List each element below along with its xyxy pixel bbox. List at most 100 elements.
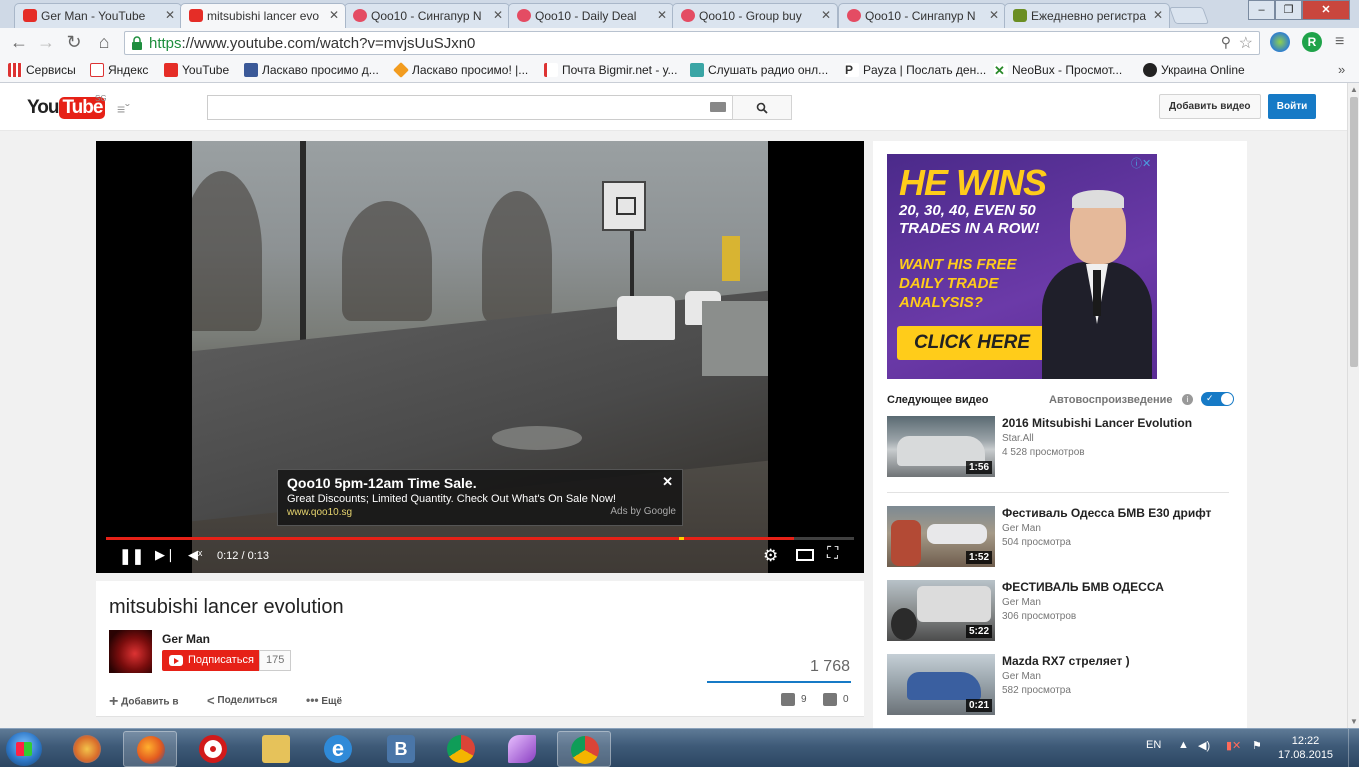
bookmark-payza[interactable]: P Payza | Послать ден...	[845, 63, 986, 77]
dislike-button[interactable]: 0	[823, 693, 849, 706]
ads-by-google-label[interactable]: Ads by Google	[610, 506, 676, 517]
zoom-magnifier-icon[interactable]: ⚲	[1221, 34, 1231, 51]
chrome-menu-icon[interactable]: ≡	[1335, 33, 1344, 51]
adchoices-icon[interactable]: ⓘ✕	[1131, 155, 1151, 171]
overlay-ad[interactable]: Qoo10 5pm-12am Time Sale. Great Discount…	[277, 469, 683, 526]
subscribe-button[interactable]: Подписаться	[162, 650, 259, 671]
taskbar-opera[interactable]	[186, 731, 240, 767]
taskbar-ie[interactable]: e	[311, 731, 365, 767]
video-title[interactable]: ФЕСТИВАЛЬ БМВ ОДЕССА	[1002, 580, 1164, 594]
youtube-logo[interactable]: You Tube SG	[27, 94, 107, 119]
related-video-item[interactable]: 1:52 Фестиваль Одесса БМВ Е30 дрифт Ger …	[887, 506, 1233, 568]
tab-ger-man-youtube[interactable]: Ger Man - YouTube ✕	[14, 3, 182, 28]
back-arrow-icon[interactable]: ←	[8, 32, 30, 53]
channel-avatar[interactable]	[109, 630, 152, 673]
reload-icon[interactable]: ↻	[63, 32, 85, 53]
close-tab-icon[interactable]: ✕	[493, 8, 503, 22]
video-thumbnail[interactable]: 1:52	[887, 506, 995, 567]
close-window-button[interactable]: ✕	[1302, 0, 1350, 20]
page-scrollbar[interactable]: ▲ ▼	[1347, 83, 1359, 728]
forward-arrow-icon[interactable]: →	[35, 32, 57, 53]
taskbar-paint[interactable]	[60, 731, 114, 767]
bookmark-star-icon[interactable]: ☆	[1239, 33, 1253, 53]
bookmark-bigmir[interactable]: Почта Bigmir.net - у...	[544, 63, 677, 77]
add-to-button[interactable]: + Добавить в	[109, 693, 178, 711]
video-player[interactable]: Qoo10 5pm-12am Time Sale. Great Discount…	[96, 141, 864, 573]
clock[interactable]: 12:22 17.08.2015	[1278, 734, 1333, 762]
taskbar-chrome-active[interactable]	[557, 731, 611, 767]
start-button[interactable]	[6, 732, 42, 766]
close-tab-icon[interactable]: ✕	[821, 8, 831, 22]
tab-mitsubishi-lancer[interactable]: mitsubishi lancer evo ✕	[180, 3, 346, 28]
video-thumbnail[interactable]: 1:56	[887, 416, 995, 477]
search-button[interactable]	[732, 95, 792, 120]
ad-cta-button[interactable]: CLICK HERE	[897, 326, 1047, 360]
language-indicator[interactable]: EN	[1146, 739, 1161, 751]
close-tab-icon[interactable]: ✕	[657, 8, 667, 22]
more-button[interactable]: ••• Ещё	[306, 693, 342, 707]
maximize-button[interactable]: ❐	[1275, 0, 1302, 20]
share-button[interactable]: < Поделиться	[207, 693, 277, 708]
related-video-item[interactable]: 5:22 ФЕСТИВАЛЬ БМВ ОДЕССА Ger Man 306 пр…	[887, 580, 1233, 642]
scroll-down-icon[interactable]: ▼	[1350, 717, 1358, 726]
tab-qoo10-singapore-2[interactable]: Qoo10 - Сингапур N ✕	[838, 3, 1006, 28]
taskbar-chrome[interactable]	[434, 731, 488, 767]
search-input[interactable]	[207, 95, 733, 120]
bookmark-diamond[interactable]: Ласкаво просимо! |...	[393, 62, 528, 78]
taskbar-vk[interactable]: B	[374, 731, 428, 767]
overlay-ad-title[interactable]: Qoo10 5pm-12am Time Sale.	[287, 475, 477, 491]
close-tab-icon[interactable]: ✕	[989, 8, 999, 22]
progress-bar[interactable]	[106, 537, 854, 540]
r-extension-icon[interactable]: R	[1302, 32, 1322, 52]
taskbar-feather[interactable]	[495, 731, 549, 767]
bookmark-neobux[interactable]: ✕ NeoBux - Просмот...	[994, 63, 1122, 78]
upload-button[interactable]: Добавить видео	[1159, 94, 1261, 119]
guide-menu-icon[interactable]: ≡ˇ	[117, 101, 130, 117]
video-thumbnail[interactable]: 0:21	[887, 654, 995, 715]
bookmark-facebook[interactable]: Ласкаво просимо д...	[244, 63, 379, 77]
taskbar-explorer[interactable]	[249, 731, 303, 767]
autoplay-toggle[interactable]: ✓	[1201, 392, 1234, 406]
close-tab-icon[interactable]: ✕	[165, 8, 175, 22]
minimize-button[interactable]: –	[1248, 0, 1275, 20]
bookmark-services[interactable]: Сервисы	[8, 63, 76, 77]
related-video-item[interactable]: 0:21 Mazda RX7 стреляет ) Ger Man 582 пр…	[887, 654, 1233, 716]
tab-daily-registration[interactable]: Ежедневно регистра ✕	[1004, 3, 1170, 28]
bookmarks-overflow-icon[interactable]: »	[1338, 62, 1345, 77]
home-icon[interactable]: ⌂	[93, 32, 115, 53]
close-overlay-ad-icon[interactable]: ✕	[662, 474, 673, 490]
sign-in-button[interactable]: Войти	[1268, 94, 1316, 119]
bookmark-youtube[interactable]: YouTube	[164, 63, 229, 77]
new-tab-button[interactable]	[1168, 7, 1210, 24]
close-tab-icon[interactable]: ✕	[1153, 8, 1163, 22]
tray-expand-icon[interactable]: ▲	[1178, 739, 1189, 751]
close-tab-icon[interactable]: ✕	[329, 8, 339, 22]
bookmark-yandex[interactable]: Яндекс	[90, 63, 148, 77]
bookmark-ukraine-online[interactable]: Украина Online	[1143, 63, 1245, 77]
tab-qoo10-daily-deal[interactable]: Qoo10 - Daily Deal ✕	[508, 3, 674, 28]
video-title[interactable]: Фестиваль Одесса БМВ Е30 дрифт	[1002, 506, 1211, 520]
mute-icon[interactable]: ◀ˣ	[188, 547, 202, 563]
video-title[interactable]: 2016 Mitsubishi Lancer Evolution	[1002, 416, 1192, 430]
settings-gear-icon[interactable]: ⚙	[763, 546, 778, 566]
pause-icon[interactable]: ❚❚	[119, 547, 144, 565]
fullscreen-icon[interactable]: ⛶	[827, 545, 838, 563]
keyboard-icon[interactable]	[710, 102, 726, 112]
overlay-ad-text[interactable]: Great Discounts; Limited Quantity. Check…	[287, 493, 616, 505]
channel-name[interactable]: Ger Man	[162, 632, 210, 646]
globe-extension-icon[interactable]	[1270, 32, 1290, 52]
show-desktop-button[interactable]	[1348, 729, 1359, 767]
related-video-item[interactable]: 1:56 2016 Mitsubishi Lancer Evolution St…	[887, 416, 1233, 478]
scroll-up-icon[interactable]: ▲	[1350, 85, 1358, 94]
info-icon[interactable]: i	[1182, 394, 1193, 405]
address-bar[interactable]: https://www.youtube.com/watch?v=mvjsUuSJ…	[124, 31, 1260, 55]
like-button[interactable]: 9	[781, 693, 807, 706]
overlay-ad-url[interactable]: www.qoo10.sg	[287, 507, 352, 518]
tab-qoo10-group-buy[interactable]: Qoo10 - Group buy ✕	[672, 3, 838, 28]
video-thumbnail[interactable]: 5:22	[887, 580, 995, 641]
scrollbar-thumb[interactable]	[1350, 97, 1358, 367]
bookmark-radio[interactable]: Слушать радио онл...	[690, 63, 828, 77]
theater-mode-icon[interactable]	[796, 549, 814, 561]
network-error-icon[interactable]: ▮✕	[1226, 739, 1241, 752]
video-title[interactable]: Mazda RX7 стреляет )	[1002, 654, 1130, 668]
